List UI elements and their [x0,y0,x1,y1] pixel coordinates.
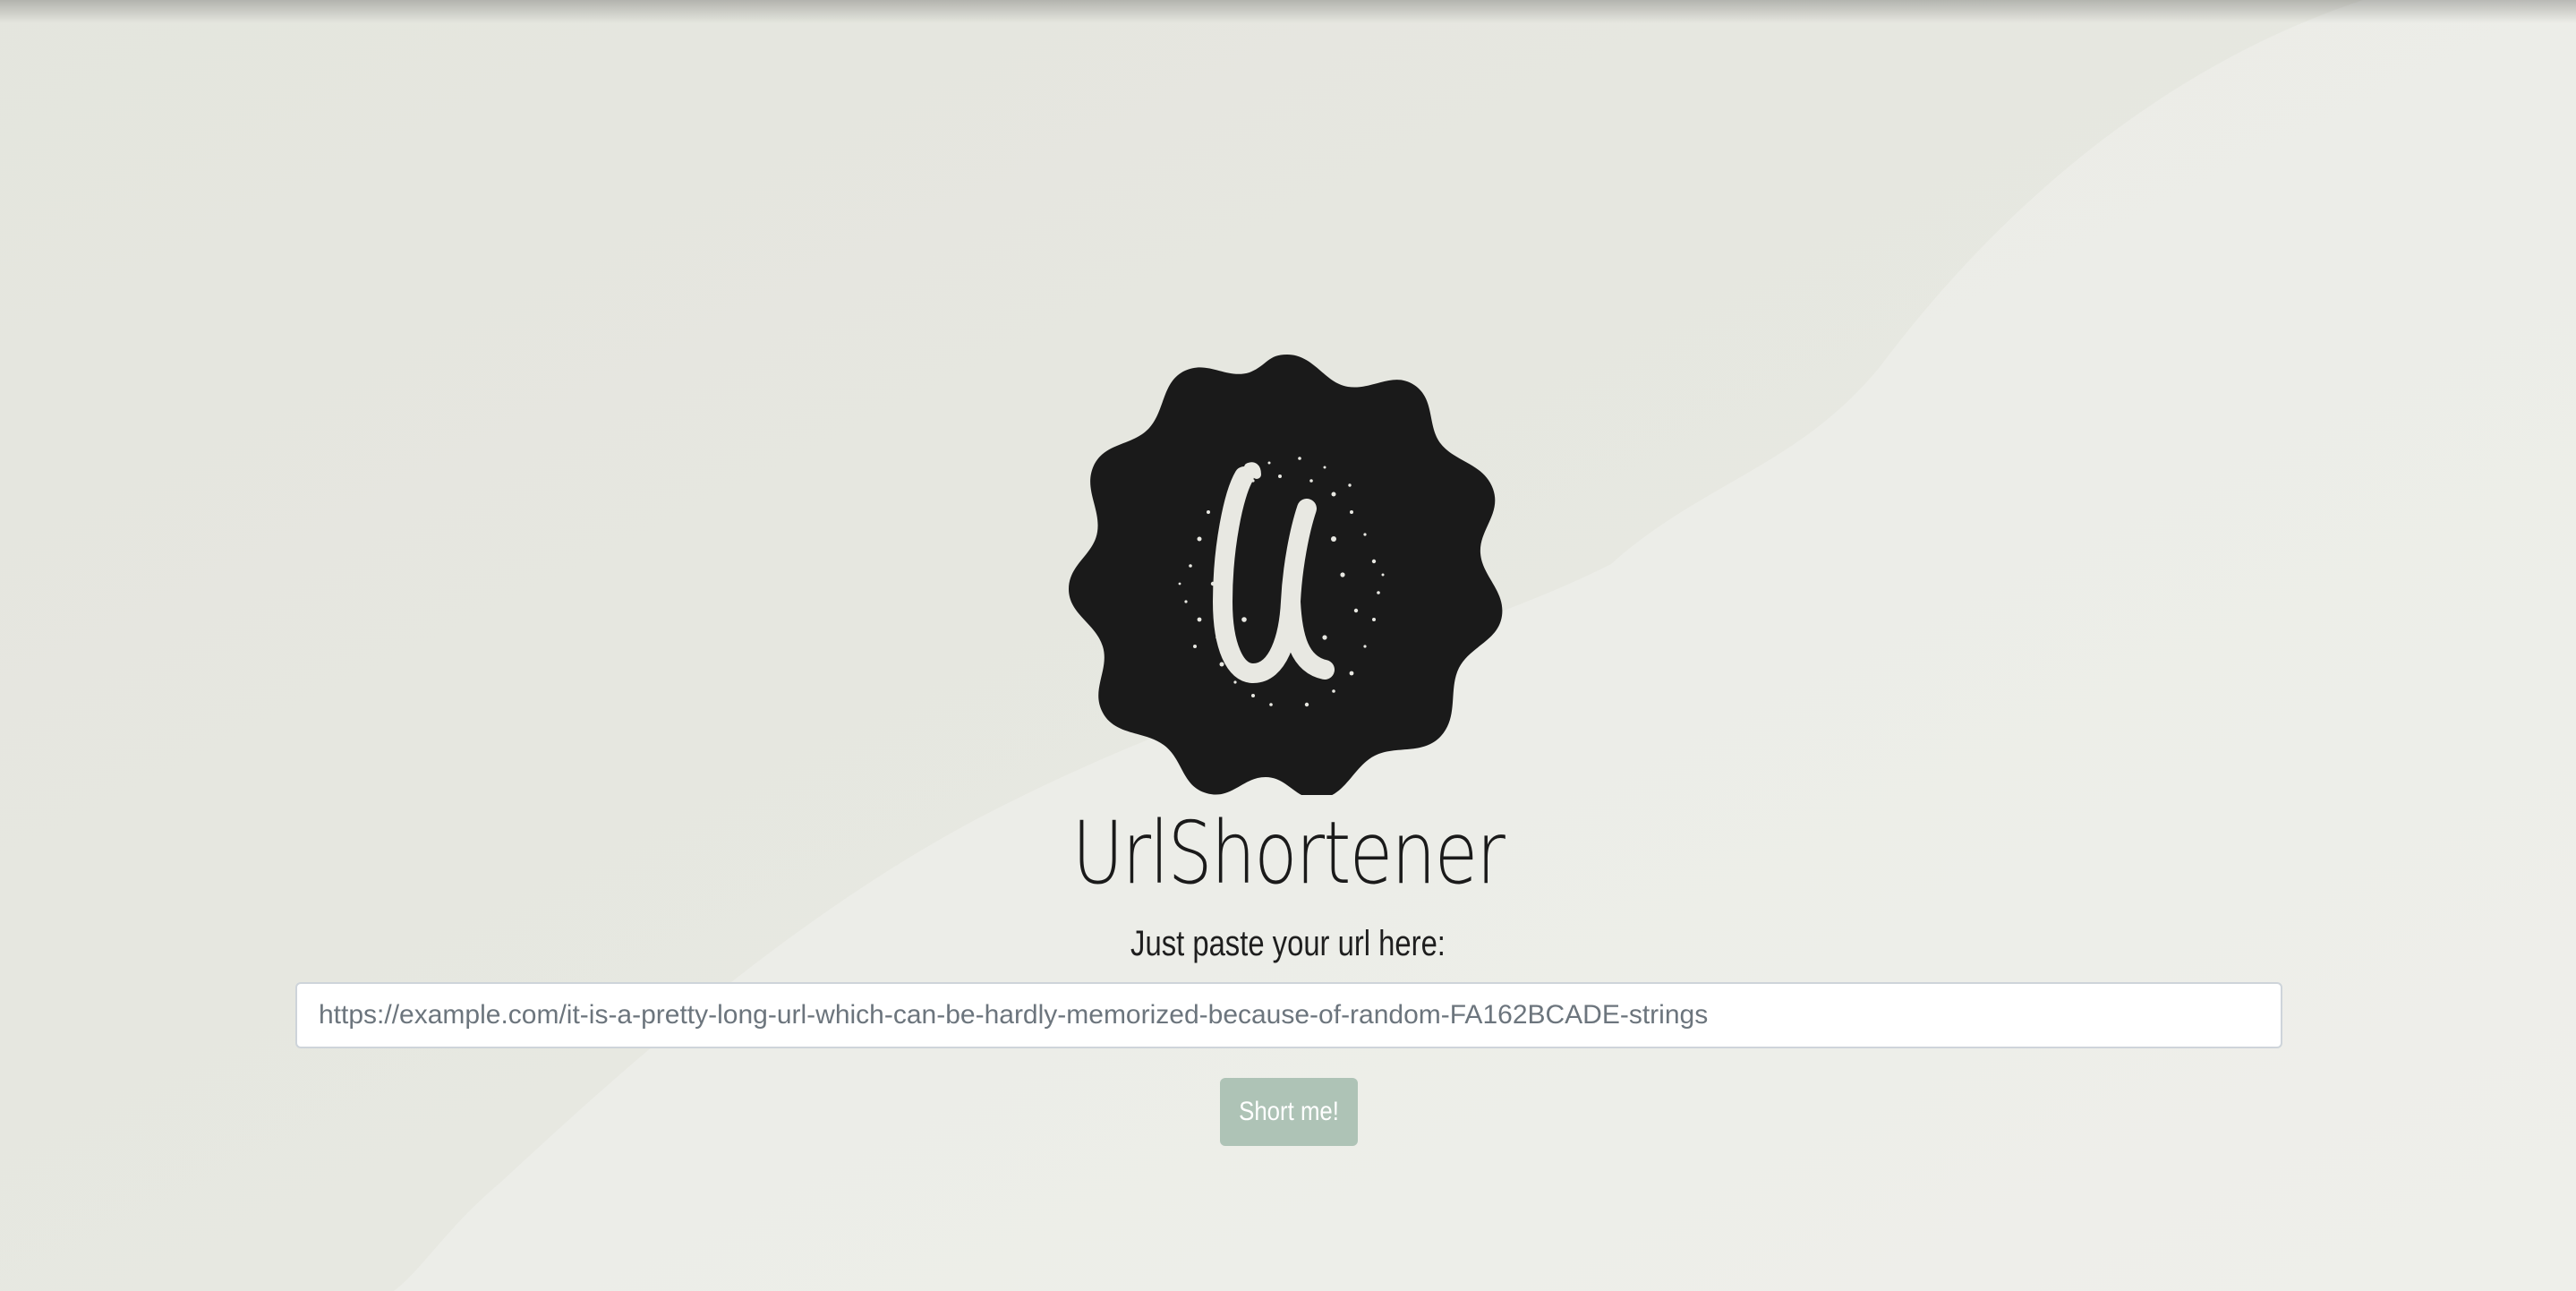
url-input[interactable] [295,982,2282,1048]
main-content: UrlShortener Just paste your url here: S… [0,0,2576,1291]
short-me-button[interactable]: Short me! [1220,1078,1358,1146]
url-prompt-label: Just paste your url here: [1130,924,1446,963]
app-title: UrlShortener [1071,803,1506,903]
badge-logo-icon [1065,351,1509,795]
short-me-button-label: Short me! [1239,1097,1339,1126]
